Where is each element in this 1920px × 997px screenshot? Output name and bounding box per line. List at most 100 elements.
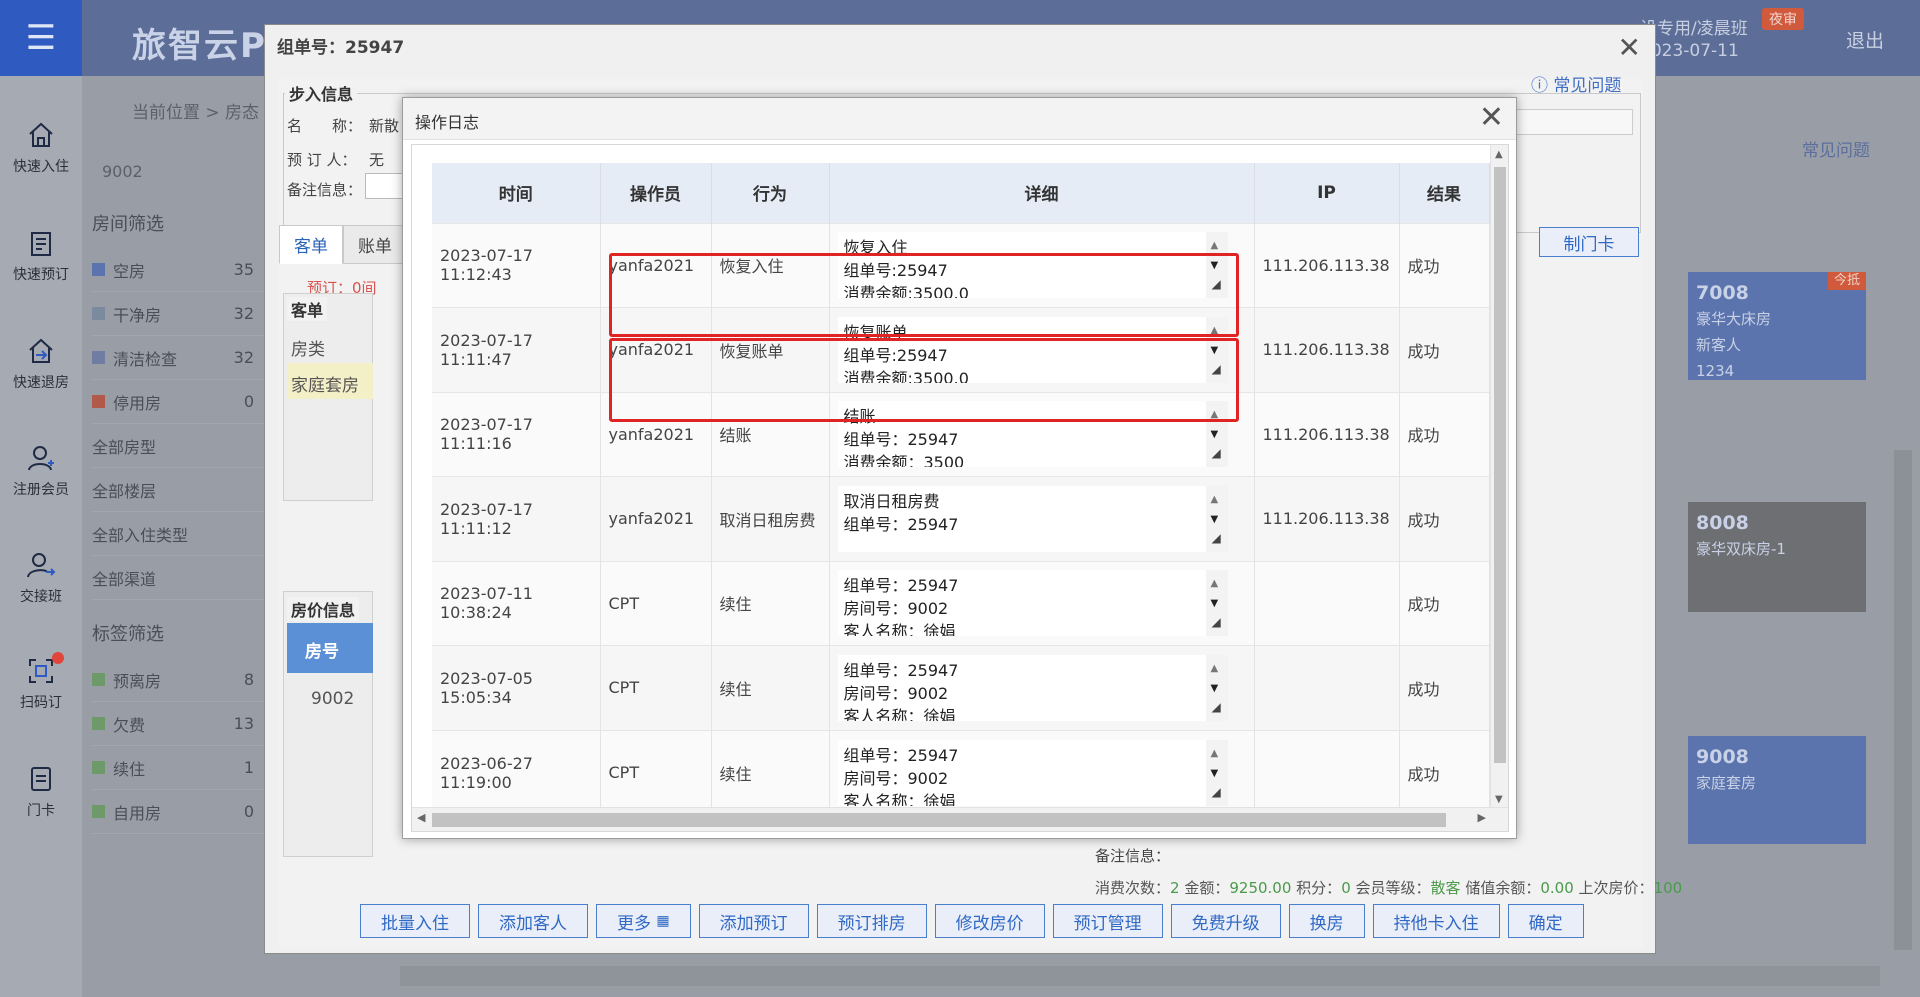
log-detail-textarea[interactable]: 恢复账单 组单号:25947 消费余额:3500.0 ▲ ▼ ◢ [837,316,1228,383]
col-time[interactable]: 时间 [432,163,601,223]
nav-scan-order[interactable]: 扫码订 [0,652,82,712]
bg-help-link[interactable]: 常见问题 [1802,136,1870,161]
log-action: 恢复账单 [711,307,830,392]
channel-dropdown[interactable]: 全部渠道 [92,556,264,600]
scroll-up-icon[interactable]: ▲ [1495,149,1503,160]
log-detail-textarea[interactable]: 组单号：25947 房间号：9002 客人名称：徐娟 ▲ ▼ ◢ [837,739,1228,806]
log-row[interactable]: 2023-07-17 11:11:16 yanfa2021 结账 结账 组单号：25947… [432,391,1490,477]
booking-manage-button[interactable]: 预订管理 [1052,904,1163,938]
stat-value: 9250.00 [1229,879,1292,897]
change-room-button[interactable]: 换房 [1288,904,1365,938]
textarea-scrollbar[interactable]: ▲ ▼ ◢ [1205,739,1228,806]
scroll-thumb[interactable] [1494,167,1506,763]
log-detail-textarea[interactable]: 取消日租房费 组单号：25947 ▲ ▼ ◢ [837,485,1228,552]
logout-button[interactable]: 退出 [1846,26,1884,53]
log-row[interactable]: 2023-07-17 11:11:12 yanfa2021 取消日租房费 取消日租房费组… [432,476,1490,561]
log-row[interactable]: 2023-07-11 10:38:24 CPT 续住 组单号：25947 房间号：9002… [432,560,1490,646]
room-search-input[interactable]: 9002 [102,162,143,181]
textarea-scrollbar[interactable]: ▲ ▼ ◢ [1205,485,1228,552]
tag-row[interactable]: 预离房 8 [92,658,264,702]
tab-bill[interactable]: 账单 [343,225,407,264]
detail-line: 结账 [843,407,876,427]
edit-price-button[interactable]: 修改房价 [934,904,1045,938]
resize-grip-icon[interactable]: ◢ [1212,696,1221,719]
log-row[interactable]: 2023-07-17 11:11:47 yanfa2021 恢复账单 恢复账单 组单号:2… [432,307,1490,392]
textarea-scrollbar[interactable]: ▲ ▼ ◢ [1205,401,1228,468]
log-detail-textarea[interactable]: 恢复入住 组单号:25947 消费余额:3500.0 ▲ ▼ ◢ [837,232,1228,299]
nav-register-member[interactable]: 注册会员 [0,443,82,499]
resize-grip-icon[interactable]: ◢ [1212,781,1221,804]
log-detail-textarea[interactable]: 结账 组单号：25947 消费余额：3500 ▲ ▼ ◢ [837,401,1228,468]
room-type-dropdown[interactable]: 全部房型 [92,424,264,468]
nav-quick-checkin[interactable]: 快速入住 [0,120,82,176]
add-guest-button[interactable]: 添加客人 [478,904,588,938]
room-type-value: 家庭套房 [291,376,359,396]
add-booking-button[interactable]: 添加预订 [698,904,809,938]
log-row[interactable]: 2023-06-27 11:19:00 CPT 续住 组单号：25947 房间号：9002… [432,729,1490,815]
user-info[interactable]: 设专用/凌晨班 2023-07-11 [1640,18,1748,62]
help-link[interactable]: ⓘ 常见问题 [1531,71,1621,96]
log-row[interactable]: 2023-07-05 15:05:34 CPT 续住 组单号：25947 房间号：9002… [432,645,1490,730]
free-upgrade-button[interactable]: 免费升级 [1170,904,1281,938]
resize-grip-icon[interactable]: ◢ [1212,358,1221,381]
nav-handover[interactable]: 交接班 [0,550,82,606]
log-date: 2023-07-05 [440,668,533,688]
log-clock: 11:11:16 [440,434,512,454]
scroll-thumb[interactable] [432,813,1446,827]
confirm-button[interactable]: 确定 [1507,904,1584,938]
bg-scrollbar[interactable] [1894,450,1912,950]
make-card-button[interactable]: 制门卡 [1539,227,1639,257]
room-card-8008[interactable]: 8008 豪华双床房-1 [1688,502,1866,612]
nav-door-card[interactable]: 门卡 [0,764,82,820]
col-operator[interactable]: 操作员 [600,163,712,223]
nav-quick-booking[interactable]: 快速预订 [0,228,82,284]
status-row-vacant[interactable]: 空房 35 [92,248,264,292]
tag-row[interactable]: 欠费 13 [92,702,264,746]
status-row-clean[interactable]: 干净房 32 [92,292,264,336]
log-horizontal-scrollbar[interactable]: ◀ ▶ [412,807,1508,831]
log-detail-textarea[interactable]: 组单号：25947 房间号：9002 客人名称：徐娟 ▲ ▼ ◢ [837,570,1228,637]
bg-horizontal-scrollbar[interactable] [400,966,1880,986]
floor-dropdown[interactable]: 全部楼层 [92,468,264,512]
resize-grip-icon[interactable]: ◢ [1212,273,1221,296]
tab-guest[interactable]: 客单 [279,225,343,264]
room-card-9008[interactable]: 9008 家庭套房 [1688,736,1866,844]
status-row-inspect[interactable]: 清洁检查 32 [92,336,264,380]
resize-grip-icon[interactable]: ◢ [1212,442,1221,465]
log-row[interactable]: 2023-07-17 11:12:43 yanfa2021 恢复入住 恢复入住 组单号:2… [432,222,1490,308]
tag-row[interactable]: 续住 1 [92,746,264,790]
scroll-left-icon[interactable]: ◀ [417,811,425,824]
more-button[interactable]: 更多 ▦ [596,904,691,938]
resize-grip-icon[interactable]: ◢ [1212,611,1221,634]
app-title: 旅智云P [132,26,267,66]
tag-row[interactable]: 自用房 0 [92,790,264,834]
close-icon[interactable]: ✕ [1479,100,1504,136]
resize-grip-icon[interactable]: ◢ [1212,527,1221,550]
col-ip[interactable]: IP [1254,163,1400,223]
batch-checkin-button[interactable]: 批量入住 [360,904,470,938]
scroll-right-icon[interactable]: ▶ [1478,811,1486,824]
textarea-scrollbar[interactable]: ▲ ▼ ◢ [1205,232,1228,299]
col-action[interactable]: 行为 [711,163,830,223]
remark-input[interactable] [365,173,405,199]
textarea-scrollbar[interactable]: ▲ ▼ ◢ [1205,316,1228,383]
textarea-scrollbar[interactable]: ▲ ▼ ◢ [1205,570,1228,637]
col-detail[interactable]: 详细 [829,163,1255,223]
assign-room-button[interactable]: 预订排房 [816,904,927,938]
detail-line: 恢复账单 [843,322,908,342]
checkin-type-dropdown[interactable]: 全部入住类型 [92,512,264,556]
textarea-scrollbar[interactable]: ▲ ▼ ◢ [1205,654,1228,721]
room-card-7008[interactable]: 今抵 7008 豪华大床房 新客人 1234 [1688,272,1866,380]
log-detail-textarea[interactable]: 组单号：25947 房间号：9002 客人名称：徐娟 ▲ ▼ ◢ [837,654,1228,721]
price-section-title: 房价信息 [287,597,360,621]
nav-quick-checkout[interactable]: 快速退房 [0,336,82,392]
other-card-checkin-button[interactable]: 持他卡入住 [1372,904,1500,938]
menu-icon[interactable]: ☰ [0,0,82,76]
close-icon[interactable]: ✕ [1618,31,1641,64]
col-result[interactable]: 结果 [1399,163,1490,223]
night-audit-badge[interactable]: 夜审 [1762,8,1804,30]
log-detail-cell: 组单号：25947 房间号：9002 客人名称：徐娟 ▲ ▼ ◢ [829,560,1255,646]
scroll-down-icon[interactable]: ▼ [1495,794,1503,805]
log-vertical-scrollbar[interactable]: ▲ ▼ [1490,145,1508,809]
status-row-disabled[interactable]: 停用房 0 [92,380,264,424]
